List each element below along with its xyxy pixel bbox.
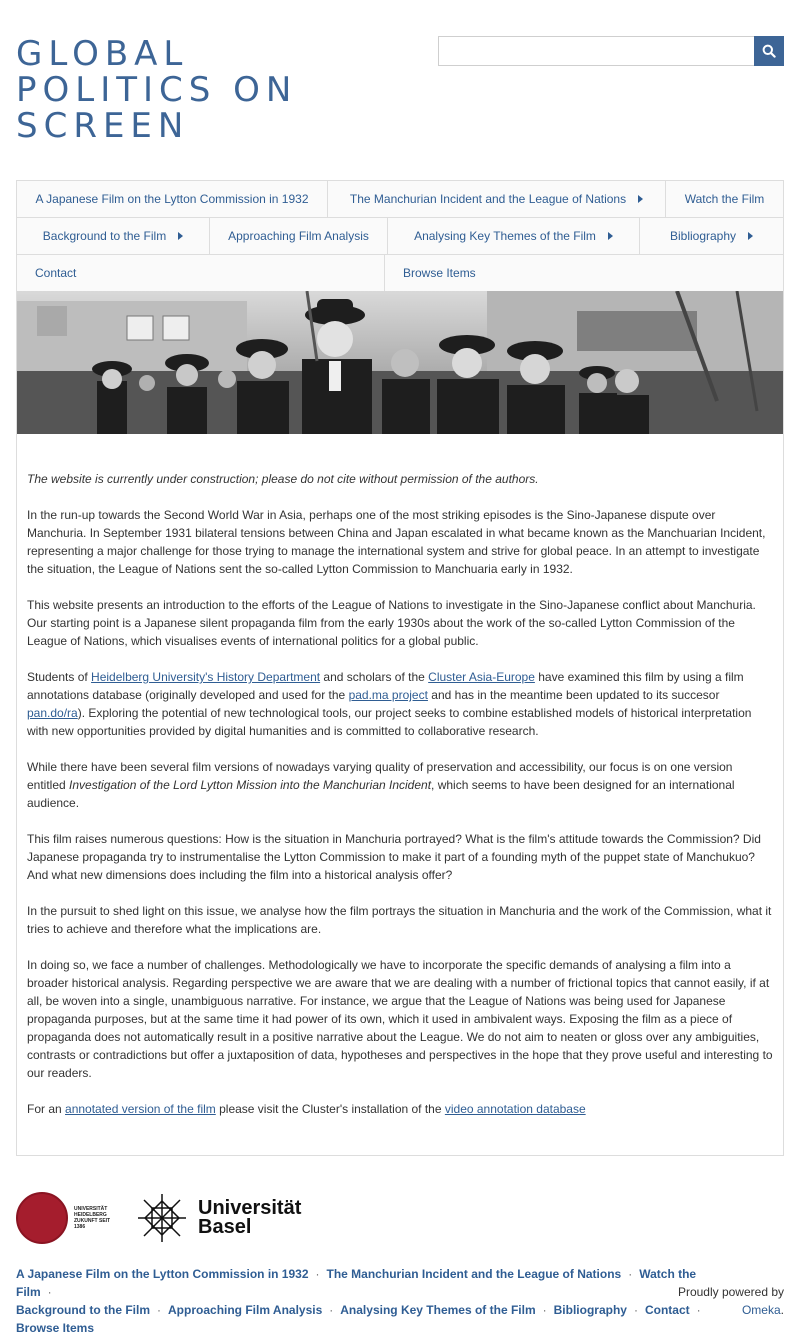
footer-separator: · [157,1303,162,1317]
search-icon [762,44,776,58]
powered-by-end: . [780,1303,784,1317]
nav-item-approaching-analysis[interactable]: Approaching Film Analysis [210,218,388,254]
omeka-link[interactable]: Omeka [742,1303,781,1317]
nav-item-label: Watch the Film [684,192,765,206]
nav-item-label: Background to the Film [42,229,167,243]
text-span: and scholars of the [320,670,429,684]
heidelberg-logo[interactable]: UNIVERSITÄT HEIDELBERG ZUKUNFT SEIT 1386 [16,1192,118,1244]
footer-separator: · [633,1303,638,1317]
site-title[interactable]: GLOBAL POLITICS ON SCREEN [16,36,346,144]
footer-link[interactable]: A Japanese Film on the Lytton Commission… [16,1267,309,1281]
heidelberg-seal-icon [16,1192,68,1244]
nav-item-background[interactable]: Background to the Film [17,218,210,254]
footer-link[interactable]: Approaching Film Analysis [168,1303,322,1317]
heidelberg-logo-text: UNIVERSITÄT HEIDELBERG ZUKUNFT SEIT 1386 [74,1206,111,1230]
notice-text-em: The website is currently under construct… [27,472,539,486]
footer-link[interactable]: Browse Items [16,1321,94,1335]
padma-link[interactable]: pad.ma project [349,688,428,702]
notice-text: The website is currently under construct… [27,470,773,488]
paragraph-1: In the run-up towards the Second World W… [27,508,766,576]
footer-link[interactable]: Analysing Key Themes of the Film [340,1303,535,1317]
nav-item-label: Browse Items [403,266,476,280]
nav-item-watch-film[interactable]: Watch the Film [666,181,783,217]
heidelberg-history-link[interactable]: Heidelberg University's History Departme… [91,670,320,684]
pandora-link[interactable]: pan.do/ra [27,706,78,720]
nav-row-2: Background to the Film Approaching Film … [17,218,783,255]
partner-logos: UNIVERSITÄT HEIDELBERG ZUKUNFT SEIT 1386… [16,1190,301,1246]
video-annotation-db-link[interactable]: video annotation database [445,1102,586,1116]
footer-link[interactable]: The Manchurian Incident and the League o… [327,1267,622,1281]
search-form [438,36,784,66]
nav-item-label: Bibliography [669,229,737,243]
nav-item-manchurian-incident[interactable]: The Manchurian Incident and the League o… [328,181,666,217]
basel-star-icon [138,1194,186,1242]
powered-by: Proudly powered by Omeka. [674,1283,784,1319]
main-content: The website is currently under construct… [16,434,784,1156]
basel-logo-text: Universität Basel [198,1198,301,1238]
nav-item-key-themes[interactable]: Analysing Key Themes of the Film [388,218,640,254]
footer-link[interactable]: Bibliography [554,1303,627,1317]
film-title-em: Investigation of the Lord Lytton Mission… [69,778,432,792]
annotated-version-link[interactable]: annotated version of the film [65,1102,216,1116]
nav-item-label: A Japanese Film on the Lytton Commission… [35,192,309,206]
footer-separator: · [542,1303,547,1317]
caret-right-icon [748,232,754,240]
text-span: and has in the meantime been updated to … [427,688,720,702]
footer-link[interactable]: Background to the Film [16,1303,150,1317]
nav-row-3: Contact Browse Items [17,255,783,292]
caret-right-icon [607,232,613,240]
paragraph-4: While there have been several film versi… [27,758,773,812]
nav-item-browse-items[interactable]: Browse Items [385,255,783,291]
footer-separator: · [47,1285,52,1299]
text-span: Students of [27,670,92,684]
paragraph-5: This film raises numerous questions: How… [27,832,761,882]
paragraph-7: In doing so, we face a number of challen… [27,958,773,1080]
footer-separator: · [315,1267,320,1281]
nav-item-label: Contact [35,266,77,280]
nav-item-label: The Manchurian Incident and the League o… [349,192,627,206]
basel-logo-line-2: Basel [198,1216,252,1238]
footer-separator: · [329,1303,334,1317]
caret-right-icon [638,195,644,203]
powered-by-text: Proudly powered by [677,1285,784,1299]
paragraph-8: For an annotated version of the film ple… [27,1100,773,1118]
text-span: ). Exploring the potential of new techno… [27,706,752,738]
nav-item-label: Analysing Key Themes of the Film [414,229,596,243]
footer-separator: · [628,1267,633,1281]
paragraph-3: Students of Heidelberg University's Hist… [27,668,773,740]
footer-nav: A Japanese Film on the Lytton Commission… [16,1265,736,1336]
search-button[interactable] [754,36,784,66]
paragraph-2: This website presents an introduction to… [27,598,756,648]
main-nav: A Japanese Film on the Lytton Commission… [16,180,784,292]
nav-item-label: Approaching Film Analysis [228,229,369,243]
nav-item-japanese-film[interactable]: A Japanese Film on the Lytton Commission… [17,181,328,217]
paragraph-6: In the pursuit to shed light on this iss… [27,904,772,936]
header-banner-image [16,291,784,434]
nav-item-contact[interactable]: Contact [17,255,385,291]
text-span: For an [27,1102,66,1116]
search-input[interactable] [438,36,754,66]
basel-logo[interactable]: Universität Basel [136,1192,301,1244]
text-span: please visit the Cluster's installation … [215,1102,445,1116]
cluster-asia-europe-link[interactable]: Cluster Asia-Europe [428,670,535,684]
caret-right-icon [178,232,184,240]
nav-row-1: A Japanese Film on the Lytton Commission… [17,181,783,218]
nav-item-bibliography[interactable]: Bibliography [640,218,783,254]
